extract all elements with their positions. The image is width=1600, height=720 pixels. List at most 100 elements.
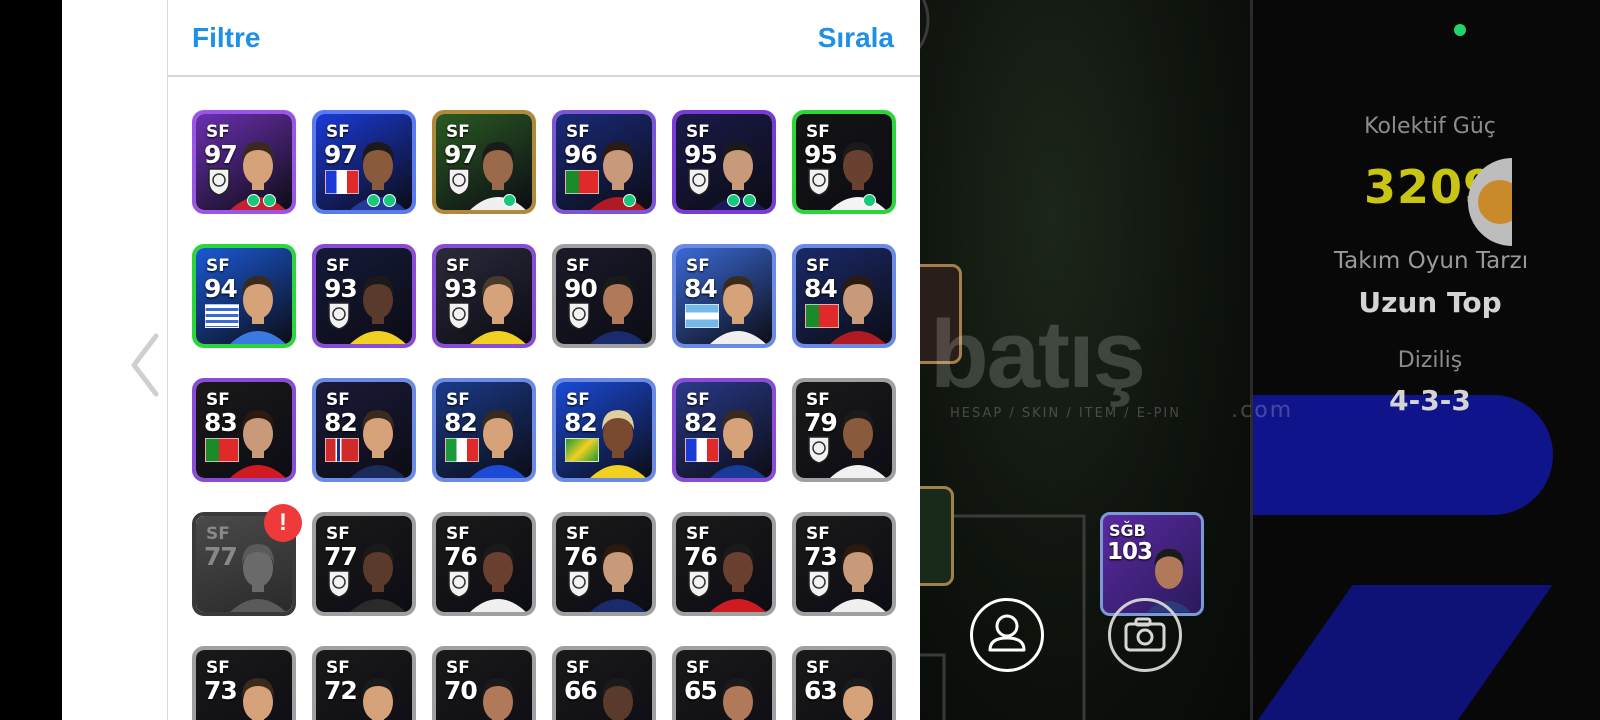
player-face-icon <box>722 678 754 720</box>
player-position: SF <box>326 524 350 544</box>
player-position: SF <box>446 122 470 142</box>
profile-button[interactable] <box>970 598 1044 672</box>
player-position: SF <box>446 256 470 276</box>
player-rating: 97 <box>204 140 238 169</box>
player-card-background: SF 96 <box>556 114 652 210</box>
skill-badge-icon <box>367 194 380 207</box>
player-card[interactable]: SF 76 <box>432 512 536 616</box>
player-face-icon <box>710 544 766 612</box>
player-face-icon <box>602 678 634 720</box>
player-card[interactable]: SF 83 <box>192 378 296 482</box>
player-rating: 82 <box>444 408 478 437</box>
skill-badge-icon <box>623 194 636 207</box>
play-style-value: Uzun Top <box>1358 286 1502 319</box>
player-card-background: SF 84 <box>796 248 892 344</box>
player-card[interactable]: SF 82 <box>432 378 536 482</box>
player-rating: 73 <box>204 676 238 705</box>
club-crest-icon <box>568 302 590 330</box>
player-position: SF <box>446 658 470 678</box>
player-card[interactable]: SF 95 <box>792 110 896 214</box>
player-rating: 73 <box>804 542 838 571</box>
player-position: SF <box>206 122 230 142</box>
player-card[interactable]: SF 97 <box>432 110 536 214</box>
player-card[interactable]: SF 73 <box>792 512 896 616</box>
player-card[interactable]: SF 76 <box>672 512 776 616</box>
skill-badges <box>367 194 396 207</box>
player-card[interactable]: SF 93 <box>312 244 416 348</box>
player-card-background: SF 90 <box>556 248 652 344</box>
player-card[interactable]: SF 82 <box>672 378 776 482</box>
watermark-logo: batış <box>930 301 1146 408</box>
player-position: SF <box>806 390 830 410</box>
skill-badge-icon <box>503 194 516 207</box>
brazil-flag-icon <box>565 438 599 462</box>
sort-button[interactable]: Sırala <box>818 22 894 54</box>
player-card-background: SF 93 <box>316 248 412 344</box>
player-position: SF <box>326 658 350 678</box>
player-rating: 97 <box>324 140 358 169</box>
player-card-background: SF 70 <box>436 650 532 720</box>
player-card-background: SF 76 <box>436 516 532 612</box>
player-card[interactable]: SF 84 <box>672 244 776 348</box>
player-rating: 82 <box>684 408 718 437</box>
chevron-left-icon[interactable] <box>126 330 166 400</box>
player-card[interactable]: SF 82 <box>312 378 416 482</box>
filter-button[interactable]: Filtre <box>192 22 260 54</box>
player-card-background: SF 93 <box>436 248 532 344</box>
player-card-background: SF 63 <box>796 650 892 720</box>
player-card[interactable]: SF 76 <box>552 512 656 616</box>
player-position: SF <box>566 122 590 142</box>
player-rating: 77 <box>324 542 358 571</box>
player-card-background: SF 82 <box>556 382 652 478</box>
player-card[interactable]: SF 84 <box>792 244 896 348</box>
player-face-icon <box>470 276 526 344</box>
france-flag-icon <box>325 170 359 194</box>
player-card[interactable]: SF 90 <box>552 244 656 348</box>
player-card[interactable]: SF 94 <box>192 244 296 348</box>
player-card[interactable]: SF 70 <box>432 646 536 720</box>
club-crest-icon <box>568 570 590 598</box>
player-position: SF <box>206 256 230 276</box>
skill-badges <box>623 194 636 207</box>
club-crest-icon <box>808 436 830 464</box>
skill-badge-icon <box>263 194 276 207</box>
player-position: SF <box>686 658 710 678</box>
player-rating: 79 <box>804 408 838 437</box>
player-face-icon <box>350 544 406 612</box>
player-card[interactable]: SF 95 <box>672 110 776 214</box>
player-position: SF <box>326 390 350 410</box>
pitch-player-card-partial[interactable] <box>920 486 954 586</box>
player-card[interactable]: SF 73 <box>192 646 296 720</box>
player-card-background: SF 97 <box>316 114 412 210</box>
player-card[interactable]: SF 66 <box>552 646 656 720</box>
player-position: SF <box>686 122 710 142</box>
player-card[interactable]: SF 93 <box>432 244 536 348</box>
collective-power-value: 3209 <box>1363 160 1497 214</box>
player-card[interactable]: SF 82 <box>552 378 656 482</box>
player-position: SF <box>806 658 830 678</box>
camera-button[interactable] <box>1108 598 1182 672</box>
status-indicator-dot <box>1454 24 1466 36</box>
player-face-icon <box>830 410 886 478</box>
player-rating: 97 <box>444 140 478 169</box>
player-card[interactable]: SF 65 <box>672 646 776 720</box>
skill-badges <box>503 194 516 207</box>
player-card[interactable]: SF 97 <box>192 110 296 214</box>
player-card[interactable]: SF 97 <box>312 110 416 214</box>
club-crest-icon <box>328 570 350 598</box>
player-card[interactable]: SF 77 <box>312 512 416 616</box>
player-selection-panel: Filtre Sırala SF 97 SF 97 SF 97 SF 96 SF 95 SF 95 SF… <box>62 0 920 720</box>
watermark-tagline: HESAP / SKIN / ITEM / E-PIN .com <box>950 398 1293 423</box>
alert-badge-icon[interactable]: ! <box>264 504 302 542</box>
player-card[interactable]: SF 63 <box>792 646 896 720</box>
player-rating: 93 <box>324 274 358 303</box>
player-face-icon <box>830 142 886 210</box>
italy-flag-icon <box>445 438 479 462</box>
club-crest-icon <box>808 570 830 598</box>
player-card-background: SF 76 <box>556 516 652 612</box>
player-card[interactable]: SF 72 <box>312 646 416 720</box>
club-crest-icon <box>808 168 830 196</box>
player-card[interactable]: SF 96 <box>552 110 656 214</box>
player-card[interactable]: SF 79 <box>792 378 896 482</box>
player-face-icon <box>242 678 274 720</box>
